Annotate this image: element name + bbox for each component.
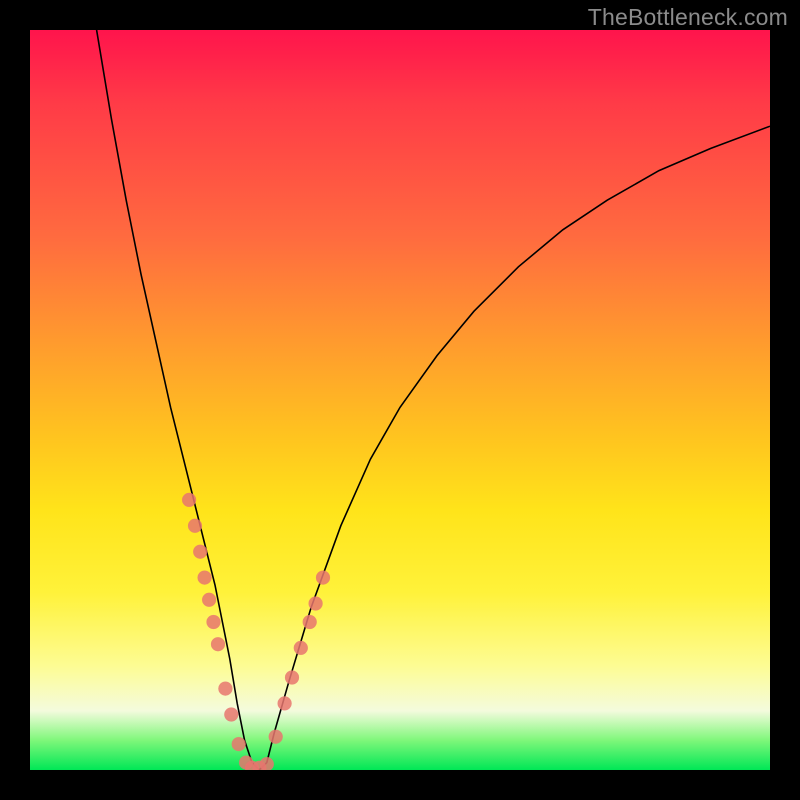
highlight-dot <box>294 641 308 655</box>
plot-area <box>30 30 770 770</box>
highlight-dot <box>278 696 292 710</box>
highlight-dot <box>224 708 238 722</box>
highlight-dot <box>207 615 221 629</box>
highlight-dot <box>232 737 246 751</box>
highlight-dot <box>316 571 330 585</box>
highlight-dot <box>211 637 225 651</box>
highlight-dot <box>202 593 216 607</box>
chart-frame: TheBottleneck.com <box>0 0 800 800</box>
highlight-dots-group <box>182 493 330 770</box>
watermark-text: TheBottleneck.com <box>588 4 788 31</box>
highlight-dot <box>309 597 323 611</box>
highlight-dot <box>260 757 274 770</box>
highlight-dot <box>193 545 207 559</box>
highlight-dot <box>188 519 202 533</box>
highlight-dot <box>269 730 283 744</box>
bottleneck-curve <box>97 30 770 770</box>
curve-svg <box>30 30 770 770</box>
highlight-dot <box>198 571 212 585</box>
highlight-dot <box>285 671 299 685</box>
highlight-dot <box>218 682 232 696</box>
highlight-dot <box>182 493 196 507</box>
highlight-dot <box>303 615 317 629</box>
